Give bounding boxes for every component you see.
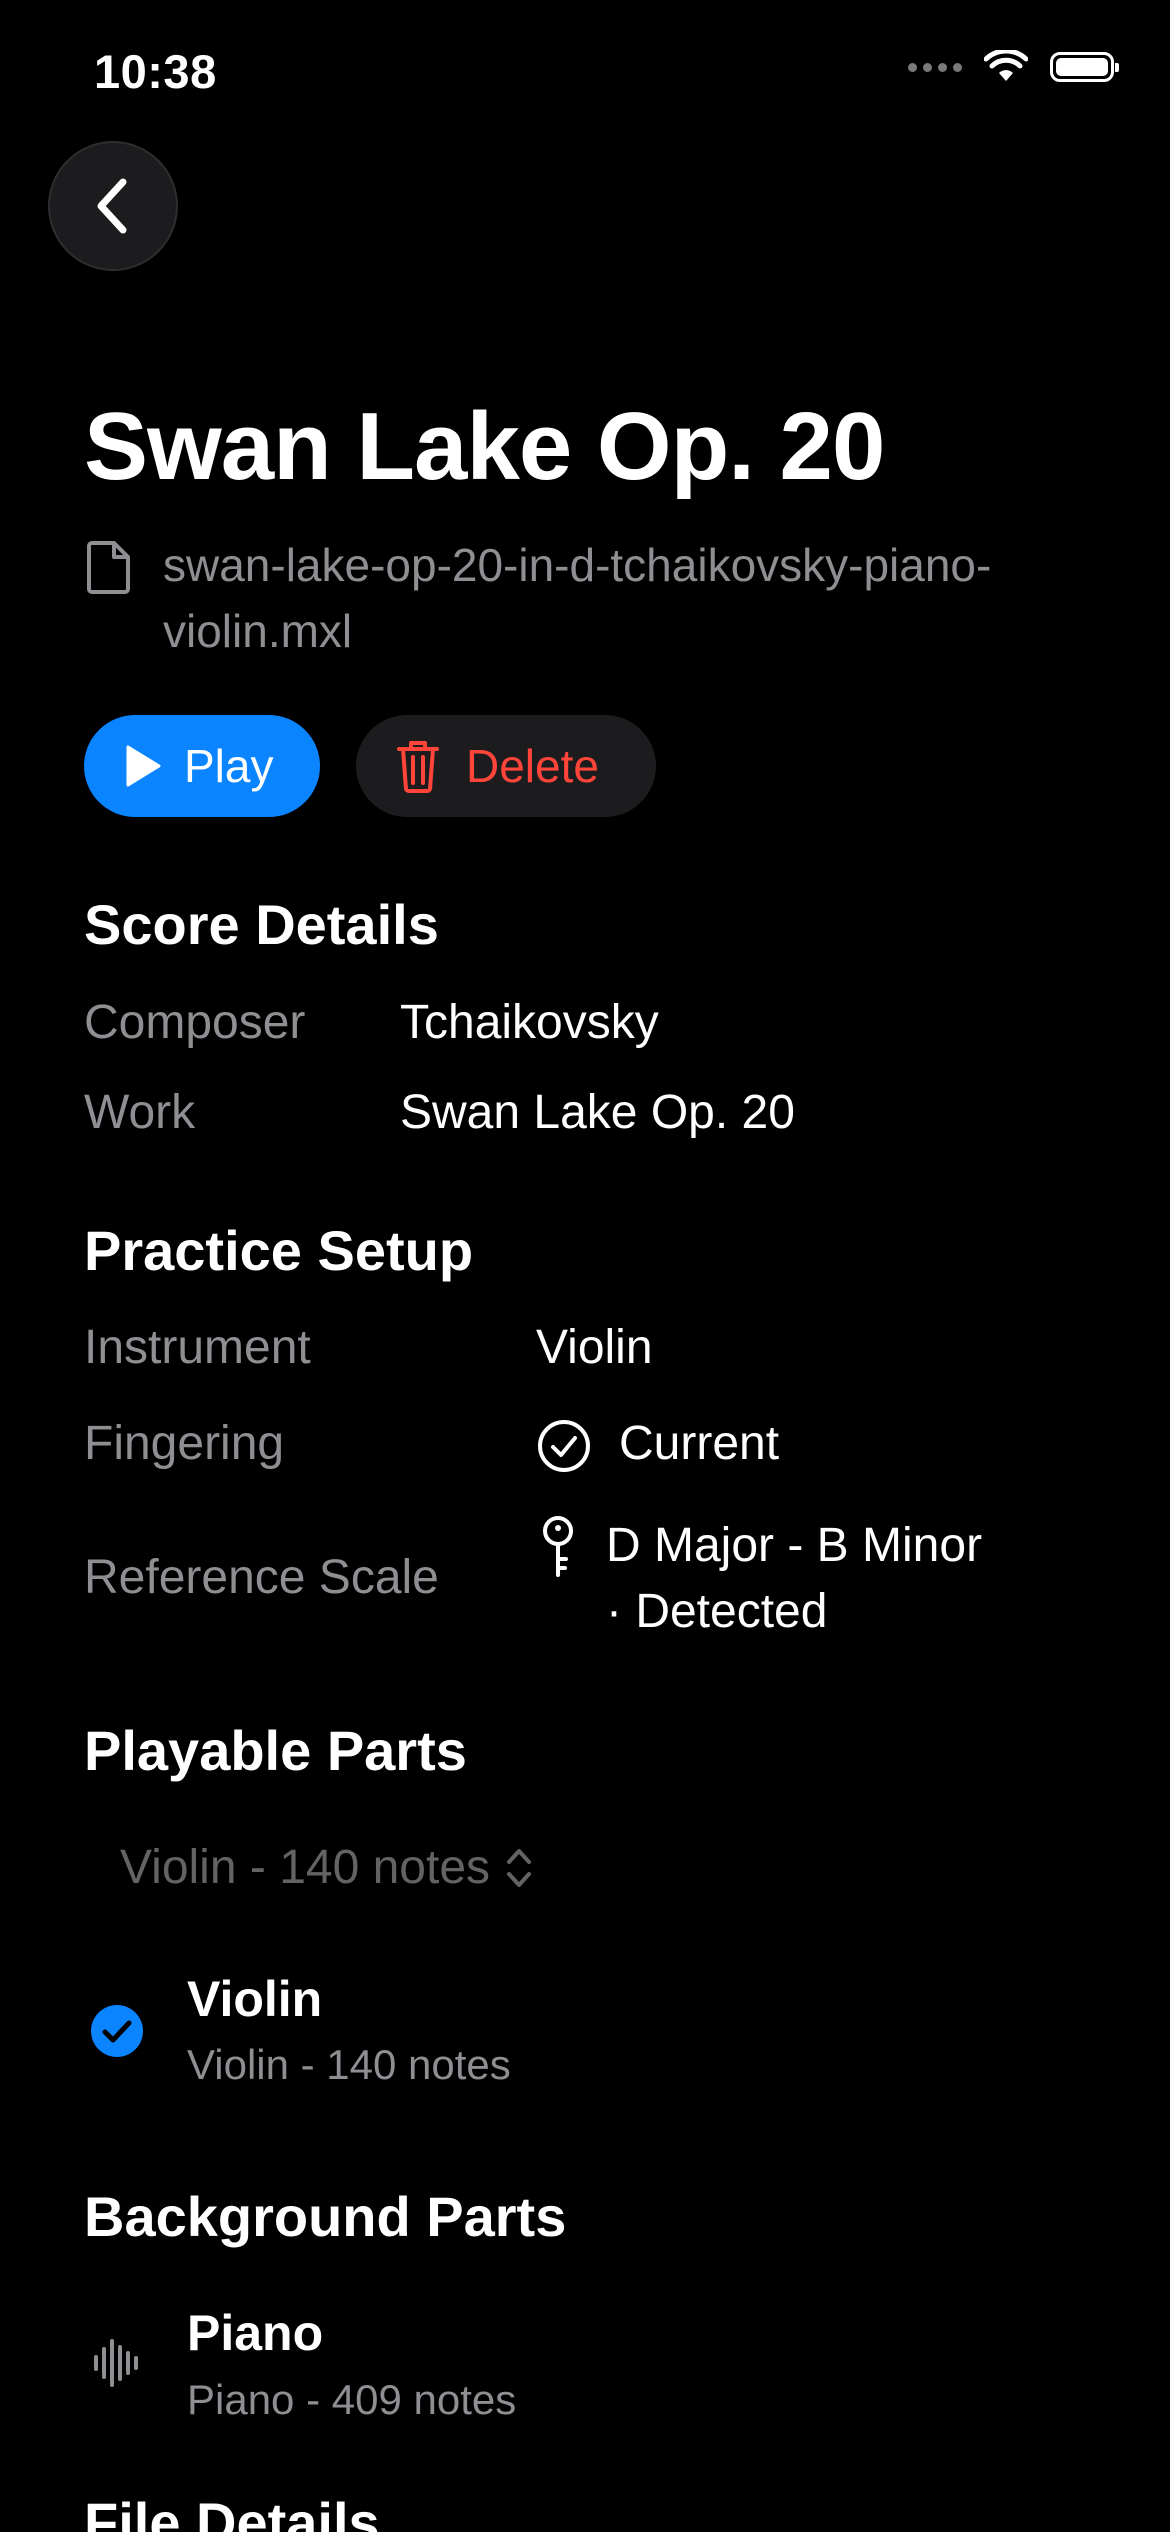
play-button[interactable]: Play <box>84 715 320 817</box>
status-indicators <box>908 50 1119 84</box>
document-icon <box>87 541 130 594</box>
play-icon <box>126 745 161 787</box>
practice-setup-heading: Practice Setup <box>84 1219 474 1282</box>
reference-scale-value[interactable]: D Major - B Minor <box>606 1518 982 1573</box>
reference-scale-label: Reference Scale <box>84 1551 439 1604</box>
background-part-detail: Piano - 409 notes <box>187 2376 517 2423</box>
background-parts-heading: Background Parts <box>84 2185 567 2248</box>
work-value: Swan Lake Op. 20 <box>400 1086 795 1139</box>
composer-value: Tchaikovsky <box>400 996 659 1049</box>
page-title: Swan Lake Op. 20 <box>84 393 885 500</box>
trash-icon <box>397 741 439 793</box>
part-picker[interactable]: Violin - 140 notes <box>120 1840 534 1895</box>
fingering-label: Fingering <box>84 1417 285 1470</box>
back-button[interactable] <box>48 141 178 271</box>
composer-label: Composer <box>84 996 306 1049</box>
playable-parts-heading: Playable Parts <box>84 1719 467 1782</box>
instrument-label: Instrument <box>84 1321 311 1374</box>
delete-label: Delete <box>466 740 599 792</box>
score-details-heading: Score Details <box>84 893 439 956</box>
file-name: swan-lake-op-20-in-d-tchaikovsky-piano-v… <box>163 539 992 657</box>
delete-button[interactable]: Delete <box>356 715 656 817</box>
reference-scale-status: · Detected <box>606 1585 828 1638</box>
background-part-name: Piano <box>187 2305 324 2361</box>
part-picker-value: Violin - 140 notes <box>120 1841 491 1894</box>
chevron-left-icon <box>97 178 127 234</box>
checkmark-circle-icon <box>538 1420 590 1472</box>
play-label: Play <box>184 740 274 792</box>
wifi-icon <box>984 50 1028 81</box>
file-details-heading: File Details <box>84 2491 380 2532</box>
playable-part-name: Violin <box>187 1971 323 2027</box>
status-time: 10:38 <box>94 45 217 98</box>
battery-icon <box>1050 52 1119 82</box>
playable-part-detail: Violin - 140 notes <box>187 2041 511 2088</box>
fingering-value[interactable]: Current <box>619 1416 779 1471</box>
signal-dots-icon <box>908 62 962 72</box>
key-icon <box>543 1516 573 1577</box>
waveform-icon <box>94 2339 138 2387</box>
instrument-value[interactable]: Violin <box>536 1320 653 1375</box>
checkmark-circle-filled-icon[interactable] <box>90 2004 144 2058</box>
chevron-up-down-icon <box>507 1848 532 1887</box>
work-label: Work <box>84 1086 196 1139</box>
